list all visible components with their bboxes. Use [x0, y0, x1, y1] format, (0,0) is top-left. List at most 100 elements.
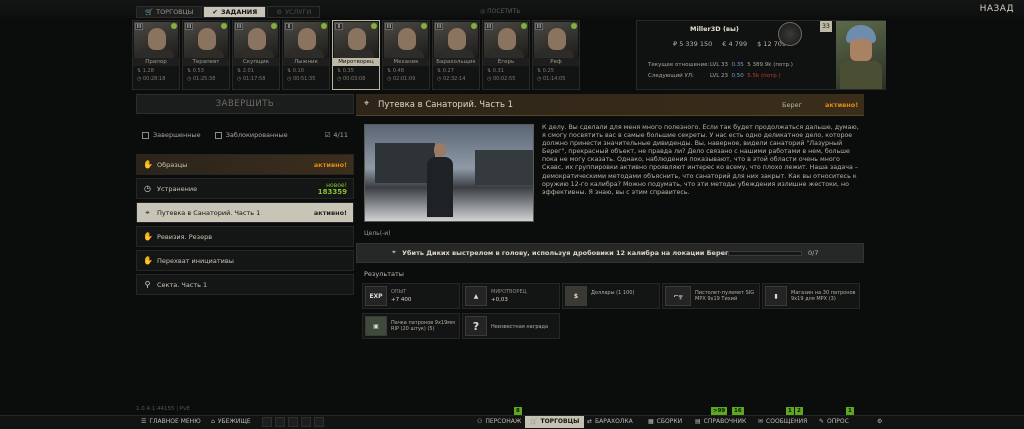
trader-card[interactable]: III Прапор ⇅ 1.28 ◷ 00:28:18	[132, 20, 180, 90]
tab-traders[interactable]: 🛒 ТОРГОВЦЫ	[136, 6, 203, 18]
player-name: Miller3D (вы)	[690, 25, 739, 33]
trader-card[interactable]: III Барахольщик ⇅ 0.27 ◷ 02:32:14	[432, 20, 480, 90]
visit-button[interactable]: ◎ ПОСЕТИТЬ	[480, 8, 520, 15]
question-icon: ?	[465, 316, 487, 336]
trader-name: Егерь	[483, 58, 529, 66]
exp-icon: EXP	[365, 286, 387, 306]
trader-meta: ⇅ 0.31 ◷ 00:02:55	[487, 68, 516, 82]
book-icon: ▤	[695, 418, 701, 425]
quest-title: Путевка в Санаторий. Часть 1	[378, 100, 514, 110]
goals-label: Цель(-и)	[364, 230, 391, 237]
mail-icon: ✉	[758, 418, 764, 425]
handbook-button[interactable]: ▤ СПРАВОЧНИК	[690, 416, 751, 428]
quick-slot-2[interactable]	[275, 417, 285, 427]
trader-list: III Прапор ⇅ 1.28 ◷ 00:28:18 III Терапевт ⇅ 0.…	[132, 20, 632, 90]
flea-icon: ⇄	[587, 418, 593, 425]
quest-item-revision[interactable]: ✋ Ревизия. Резерв	[136, 226, 354, 247]
trader-card[interactable]: III Егерь ⇅ 0.31 ◷ 00:02:55	[482, 20, 530, 90]
trader-level: III	[185, 23, 193, 30]
hand-icon: ✋	[143, 232, 153, 241]
trader-card[interactable]: III Скупщик ⇅ 2.01 ◷ 01:17:58	[232, 20, 280, 90]
trader-card[interactable]: II Лыжник ⇅ 0.10 ◷ 00:51:35	[282, 20, 330, 90]
trader-name: Механик	[383, 58, 429, 66]
settings-button[interactable]: ⚙	[872, 416, 887, 428]
check-icon	[571, 23, 577, 29]
survey-badge: 1	[846, 407, 854, 415]
quest-item-intercept[interactable]: ✋ Перехват инициативы	[136, 250, 354, 271]
quest-item-sanatorium[interactable]: ⌖ Путевка в Санаторий. Часть 1 активно!	[136, 202, 354, 223]
completed-checkbox[interactable]	[142, 131, 149, 139]
check-icon	[271, 23, 277, 29]
trader-level: III	[435, 23, 443, 30]
goal-count: 0/7	[808, 249, 819, 257]
survey-icon: ✎	[819, 418, 825, 425]
reputation-icon: ▲	[465, 286, 487, 306]
quick-slot-5[interactable]	[314, 417, 324, 427]
reward-ammo[interactable]: ▣ Пачка патронов 9x19мм RIP (20 штук) (5…	[362, 313, 460, 339]
trader-level: II	[285, 23, 293, 30]
quest-item-samples[interactable]: ✋ Образцы активно!	[136, 154, 354, 175]
quest-filters: Завершенные Заблокированные ☑ 4/11	[136, 125, 354, 145]
messages-button[interactable]: ✉ СООБЩЕНИЯ	[753, 416, 812, 428]
main-menu-button[interactable]: ☰ ГЛАВНОЕ МЕНЮ	[136, 416, 206, 428]
check-icon	[171, 23, 177, 29]
quick-slot-1[interactable]	[262, 417, 272, 427]
goal-progress-bar	[728, 251, 802, 256]
trader-card[interactable]: III Терапевт ⇅ 0.53 ◷ 01:25:38	[182, 20, 230, 90]
trader-name: Лыжник	[283, 58, 329, 66]
quest-status: активно!	[825, 101, 859, 109]
check-icon	[321, 23, 327, 29]
player-money: ₽ 5 339 150 € 4 799 $ 12 709	[673, 40, 786, 48]
trader-emblem-icon	[778, 22, 802, 46]
quest-count: ☑ 4/11	[324, 131, 348, 139]
tab-tasks[interactable]: ✔ ЗАДАНИЯ	[203, 6, 267, 18]
quest-item-elimination[interactable]: ◷ Устранение новое! 183359	[136, 178, 354, 199]
survey-button[interactable]: ✎ ОПРОС	[814, 416, 854, 428]
cart-icon: 🛒	[530, 418, 538, 425]
trader-level: III	[385, 23, 393, 30]
tab-services[interactable]: ⚙ УСЛУГИ	[267, 6, 321, 18]
trader-card[interactable]: III Реф ⇅ 0.25 ◷ 01:14:05	[532, 20, 580, 90]
finish-button[interactable]: ЗАВЕРШИТЬ	[136, 94, 354, 114]
player-level-badge: 33	[820, 21, 832, 32]
quest-list: ✋ Образцы активно! ◷ Устранение новое! 18…	[136, 154, 354, 298]
trader-meta: ⇅ 1.28 ◷ 00:28:18	[137, 68, 166, 82]
check-icon	[421, 23, 427, 29]
cart-icon: 🛒	[145, 8, 154, 16]
reward-smg[interactable]: ⌐╦ Пистолет-пулемет SIG MPX 9x19 Тихий	[662, 283, 760, 309]
check-icon	[521, 23, 527, 29]
back-button[interactable]: НАЗАД	[980, 4, 1014, 14]
quick-slot-3[interactable]	[288, 417, 298, 427]
reward-dollars[interactable]: $ Доллары (1 100)	[562, 283, 660, 309]
quest-item-cult[interactable]: ⚲ Секта. Часть 1	[136, 274, 354, 295]
trader-meta: ⇅ 0.10 ◷ 00:51:35	[287, 68, 316, 82]
flea-button[interactable]: ⇄ БАРАХОЛКА	[582, 416, 638, 428]
version-label: 1.0.4.1.44155 | PvE	[136, 406, 190, 412]
trader-name: Скупщик	[233, 58, 279, 66]
check-icon	[221, 23, 227, 29]
check-icon	[471, 23, 477, 29]
top-tabs: 🛒 ТОРГОВЦЫ ✔ ЗАДАНИЯ ⚙ УСЛУГИ	[136, 6, 321, 18]
character-button[interactable]: ⚇ ПЕРСОНАЖ	[472, 416, 526, 428]
magazine-icon: ▮	[765, 286, 787, 306]
quest-description: К делу. Вы сделали для меня много полезн…	[542, 124, 859, 196]
trader-meta: ⇅ 0.25 ◷ 01:14:05	[537, 68, 566, 82]
check-icon	[371, 23, 377, 29]
trader-level: III	[235, 23, 243, 30]
trader-name: Терапевт	[183, 58, 229, 66]
crosshair-icon: ⌖	[392, 248, 396, 256]
reward-magazine[interactable]: ▮ Магазин на 30 патронов 9x19 для MPX (3…	[762, 283, 860, 309]
crosshair-icon: ⌖	[364, 99, 370, 109]
standing-labels: Текущее отношение: Следующий УЛ:	[648, 62, 710, 79]
builds-button[interactable]: ▦ СБОРКИ	[643, 416, 687, 428]
trader-name: Барахольщик	[433, 58, 479, 66]
quest-image	[364, 124, 534, 222]
locked-checkbox[interactable]	[214, 131, 222, 139]
quick-slot-4[interactable]	[301, 417, 311, 427]
trader-card[interactable]: III Механик ⇅ 0.48 ◷ 02:01:09	[382, 20, 430, 90]
ammo-pack-icon: ▣	[365, 316, 387, 336]
trader-card[interactable]: II Миротворец ⇅ 0.35 ◷ 00:03:08	[332, 20, 380, 90]
hand-icon: ✋	[143, 256, 153, 265]
traders-button[interactable]: 🛒 ТОРГОВЦЫ	[525, 416, 585, 428]
hideout-button[interactable]: ⌂ УБЕЖИЩЕ	[206, 416, 256, 428]
